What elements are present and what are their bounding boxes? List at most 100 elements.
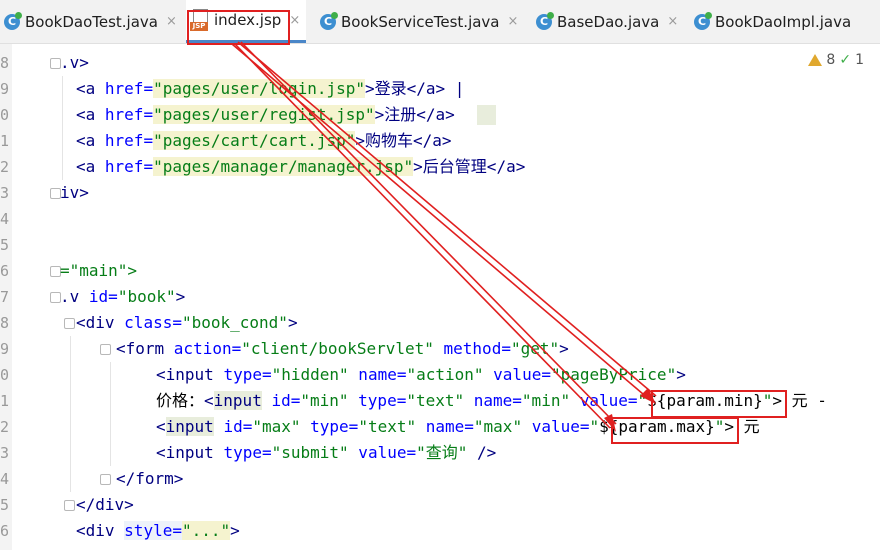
code-token: "client/bookServlet"	[241, 339, 434, 358]
code-line: 1 价格：<input id="min" type="text" name="m…	[0, 388, 880, 414]
code-token: >登录</a> |	[365, 79, 465, 98]
code-line: 6 ="main">	[0, 258, 880, 284]
code-token: "book_cond"	[181, 313, 288, 332]
tab-label: BookServiceTest.java	[341, 12, 500, 31]
line-number: 2	[0, 158, 10, 176]
code-line: 5 </div>	[0, 492, 880, 518]
code-token: >注册</a>	[374, 105, 455, 124]
code-token: .v	[60, 287, 89, 306]
tab-index-jsp[interactable]: JSP index.jsp ×	[186, 0, 306, 43]
code-token: type=	[223, 365, 272, 384]
fold-marker-icon[interactable]	[100, 344, 111, 355]
code-line: 6 <div style="...">	[0, 518, 880, 544]
line-number: 8	[0, 54, 10, 72]
java-class-icon: C	[694, 11, 712, 30]
fold-marker-icon[interactable]	[64, 500, 75, 511]
code-token: "pages/cart/cart.jsp"	[153, 131, 356, 150]
code-line: 3 <input type="submit" value="查询" />	[0, 440, 880, 466]
code-token: <input	[156, 443, 224, 462]
java-class-icon: C	[4, 11, 22, 30]
fold-marker-icon[interactable]	[100, 474, 111, 485]
code-token: "get"	[510, 339, 560, 358]
code-token: value=	[570, 391, 638, 410]
code-token: <a	[76, 131, 105, 150]
tab-bookdaotest[interactable]: C BookDaoTest.java ×	[0, 0, 178, 43]
code-line: 0 <a href="pages/user/regist.jsp">注册</a>	[0, 102, 880, 128]
code-line: 9 <a href="pages/user/login.jsp">登录</a> …	[0, 76, 880, 102]
tab-label: BookDaoImpl.java	[715, 12, 852, 31]
code-token: 价格：	[156, 391, 205, 410]
code-token: "	[637, 391, 648, 410]
line-number: 6	[0, 522, 10, 540]
code-token: >	[287, 313, 298, 332]
code-token: action=	[173, 339, 242, 358]
code-token: "hidden"	[271, 365, 349, 384]
code-token: ="main">	[60, 261, 138, 280]
code-token: <	[156, 417, 166, 436]
code-token: style=	[124, 521, 182, 540]
tab-label: BookDaoTest.java	[25, 12, 158, 31]
code-token: > 元 -	[772, 391, 827, 410]
code-line: 4 </form>	[0, 466, 880, 492]
code-token: method=	[433, 339, 511, 358]
code-token: "	[589, 417, 600, 436]
code-token: "	[762, 391, 773, 410]
code-token: "查询"	[416, 443, 468, 462]
code-line: 5	[0, 232, 880, 258]
code-token: "text"	[358, 417, 417, 436]
code-token: "max"	[252, 417, 301, 436]
close-icon[interactable]: ×	[289, 13, 300, 28]
code-line: 4	[0, 206, 880, 232]
code-line: 8 .v>	[0, 50, 880, 76]
tab-bookdaoimpl[interactable]: C BookDaoImpl.java	[690, 0, 880, 43]
code-token: </form>	[116, 469, 184, 488]
code-token: "pages/user/regist.jsp"	[153, 105, 375, 124]
code-token: href=	[104, 79, 154, 98]
code-token: name=	[416, 417, 474, 436]
code-line: 2 <input id="max" type="text" name="max"…	[0, 414, 880, 440]
code-token: >购物车</a>	[355, 131, 452, 150]
code-token: name=	[348, 365, 407, 384]
code-line: 7 .v id="book">	[0, 284, 880, 310]
line-number: 2	[0, 418, 10, 436]
code-token: <div	[76, 521, 125, 540]
tab-basedao[interactable]: C BaseDao.java ×	[532, 0, 686, 43]
line-number: 1	[0, 132, 10, 150]
jsp-file-icon: JSP	[190, 9, 208, 31]
code-line: 2 <a href="pages/manager/manager.jsp">后台…	[0, 154, 880, 180]
editor-tab-bar: C BookDaoTest.java × JSP index.jsp × C B…	[0, 0, 880, 44]
fold-marker-icon[interactable]	[64, 318, 75, 329]
line-number: 3	[0, 184, 10, 202]
code-token: <a	[76, 157, 105, 176]
code-line: 0 <input type="hidden" name="action" val…	[0, 362, 880, 388]
line-number: 8	[0, 314, 10, 332]
code-token: "action"	[406, 365, 484, 384]
code-token: iv>	[60, 183, 89, 202]
line-number: 5	[0, 236, 10, 254]
close-icon[interactable]: ×	[166, 14, 177, 29]
code-token: type=	[223, 443, 272, 462]
code-token: >后台管理</a>	[413, 157, 526, 176]
code-token: <div	[76, 313, 125, 332]
code-token: >	[676, 365, 686, 384]
close-icon[interactable]: ×	[667, 14, 678, 29]
code-token: >	[175, 287, 186, 306]
code-token: href=	[104, 157, 154, 176]
code-token: />	[467, 443, 497, 462]
caret-highlight	[477, 105, 496, 125]
code-editor[interactable]: 8 ✓ 1 8 .v> 9 <a href="pages/user/login.…	[0, 44, 880, 550]
close-icon[interactable]: ×	[508, 14, 519, 29]
code-line: 1 <a href="pages/cart/cart.jsp">购物车</a>	[0, 128, 880, 154]
line-number: 5	[0, 496, 10, 514]
code-token: "text"	[406, 391, 465, 410]
code-token: "max"	[473, 417, 523, 436]
code-token: input	[213, 391, 262, 410]
code-token: id=	[213, 417, 253, 436]
code-token: class=	[124, 313, 182, 332]
tab-bookservicetest[interactable]: C BookServiceTest.java ×	[316, 0, 526, 43]
code-token: <input	[156, 365, 224, 384]
el-expression: ${param.min}	[647, 391, 763, 410]
code-token: "pages/manager/manager.jsp"	[153, 157, 414, 176]
line-number: 4	[0, 470, 10, 488]
code-token: "..."	[181, 521, 231, 540]
